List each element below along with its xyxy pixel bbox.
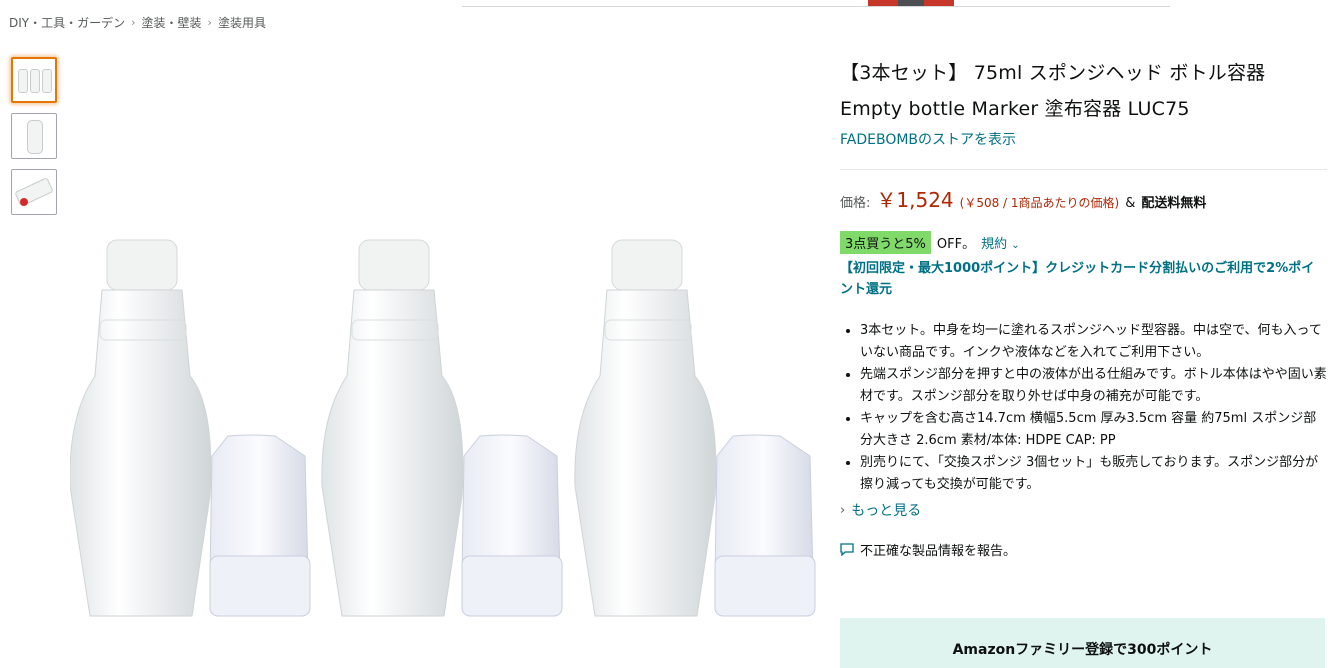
thumbnail-3[interactable] — [11, 169, 57, 215]
store-link[interactable]: FADEBOMBのストアを表示 — [840, 129, 1327, 149]
shipping-amp: & — [1125, 196, 1136, 211]
product-title-line-1: 【3本セット】 75ml スポンジヘッド ボトル容器 — [840, 62, 1266, 84]
product-details: 【3本セット】 75ml スポンジヘッド ボトル容器 Empty bottle … — [840, 55, 1327, 559]
product-image — [70, 239, 816, 617]
see-more-label: もっと見る — [851, 503, 922, 519]
feature-bullet: キャップを含む高さ14.7cm 横幅5.5cm 厚み3.5cm 容量 約75ml… — [860, 408, 1327, 452]
bottle-3 — [574, 239, 816, 617]
terms-label: 規約 — [981, 237, 1008, 252]
price-label: 価格: — [840, 196, 871, 211]
chevron-right-icon: › — [207, 16, 212, 29]
price-amount: ￥1,524 — [876, 188, 954, 212]
feature-bullets: 3本セット。中身を均一に塗れるスポンジヘッド型容器。中は空で、何も入っていない商… — [840, 320, 1327, 496]
bottle-2 — [321, 239, 563, 617]
breadcrumb-item-diy[interactable]: DIY・工具・ガーデン — [9, 14, 125, 31]
report-label: 不正確な製品情報を報告。 — [860, 544, 1017, 559]
chevron-right-icon: › — [131, 16, 136, 29]
promo-row: 3点買うと5% OFF。 規約 ⌄ — [840, 231, 1327, 254]
product-title-line-2: Empty bottle Marker 塗布容器 LUC75 — [840, 98, 1190, 120]
promo-badge: 3点買うと5% — [840, 231, 931, 254]
report-link[interactable]: 不正確な製品情報を報告。 — [840, 540, 1327, 559]
free-shipping-label: 配送料無料 — [1141, 196, 1207, 211]
breadcrumb-item-painting[interactable]: 塗装・壁装 — [142, 14, 202, 31]
terms-link[interactable]: 規約 ⌄ — [981, 233, 1020, 252]
comment-icon — [840, 543, 854, 556]
unit-price: (￥508 / 1商品あたりの価格) — [959, 196, 1120, 210]
see-more-link[interactable]: › もっと見る — [840, 500, 1327, 520]
bottle-1 — [70, 239, 311, 617]
product-title: 【3本セット】 75ml スポンジヘッド ボトル容器 Empty bottle … — [840, 55, 1327, 127]
family-banner-text: Amazonファミリー登録で300ポイント — [952, 642, 1213, 658]
chevron-down-icon: ⌄ — [1011, 240, 1020, 251]
thumbnail-2[interactable] — [11, 113, 57, 159]
promo-off-text: OFF。 — [936, 237, 976, 252]
feature-bullet: 別売りにて、「交換スポンジ 3個セット」も販売しております。スポンジ部分が擦り減… — [860, 452, 1327, 496]
divider — [840, 169, 1327, 170]
thumbnail-1[interactable] — [11, 57, 57, 103]
thumbnail-list — [11, 57, 57, 225]
breadcrumb-item-painting-tools[interactable]: 塗装用具 — [218, 14, 266, 31]
family-banner[interactable]: Amazonファミリー登録で300ポイント — [840, 618, 1325, 668]
breadcrumb: DIY・工具・ガーデン › 塗装・壁装 › 塗装用具 — [9, 14, 266, 31]
header-divider — [462, 6, 1170, 7]
points-promo-link[interactable]: 【初回限定・最大1000ポイント】クレジットカード分割払いのご利用で2%ポイント… — [840, 258, 1327, 300]
feature-bullet: 先端スポンジ部分を押すと中の液体が出る仕組みです。ボトル本体はやや固い素材です。… — [860, 364, 1327, 408]
header-ad-graphic — [868, 0, 954, 6]
price-row: 価格: ￥1,524 (￥508 / 1商品あたりの価格) & 配送料無料 — [840, 184, 1327, 213]
chevron-right-icon: › — [840, 502, 846, 518]
feature-bullet: 3本セット。中身を均一に塗れるスポンジヘッド型容器。中は空で、何も入っていない商… — [860, 320, 1327, 364]
